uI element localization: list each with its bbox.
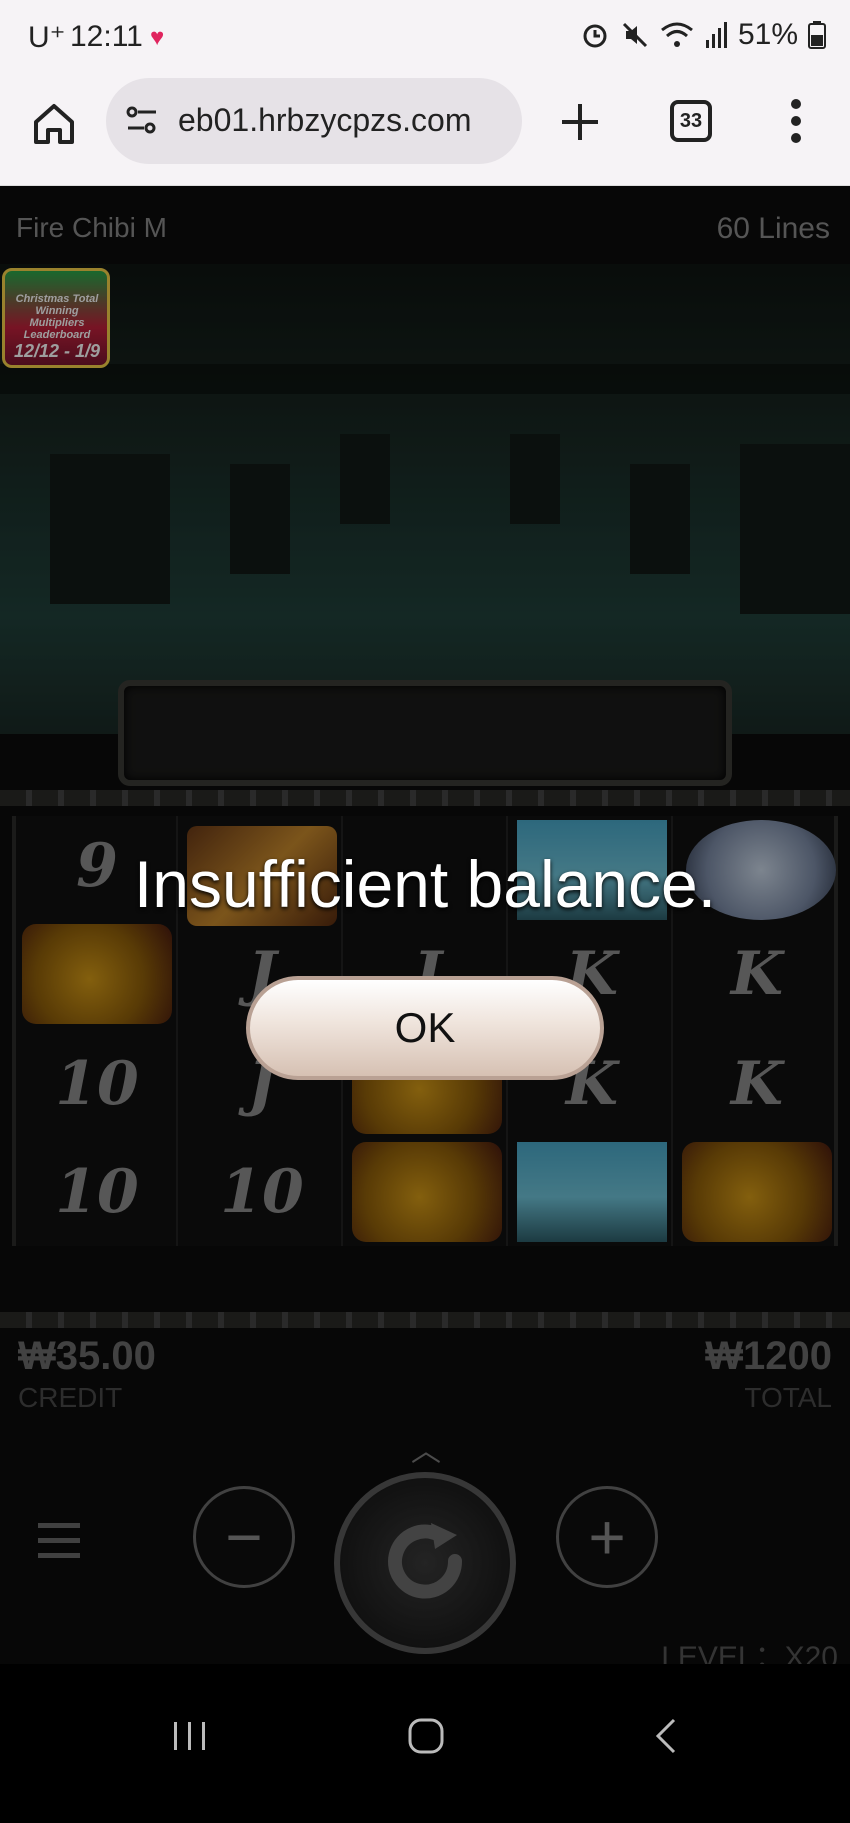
back-button[interactable]	[648, 1716, 688, 1761]
wifi-icon	[660, 20, 694, 50]
alarm-icon	[580, 20, 610, 50]
recents-icon	[174, 1722, 205, 1750]
back-icon	[655, 1718, 676, 1754]
url-text[interactable]: eb01.hrbzycpzs.com	[178, 102, 514, 139]
home-icon	[34, 104, 74, 144]
battery-percent: 51%	[737, 18, 798, 51]
home-circle-icon	[408, 1718, 444, 1754]
carrier-label: U⁺	[28, 21, 66, 54]
heart-icon: ♥	[150, 24, 165, 51]
home-button[interactable]	[30, 100, 78, 148]
home-nav-button[interactable]	[406, 1716, 446, 1761]
ok-button[interactable]: OK	[246, 976, 604, 1080]
insufficient-balance-message: Insufficient balance.	[133, 847, 717, 921]
game-area[interactable]: Fire Chibi M 60 Lines Christmas Total Wi…	[0, 186, 850, 1664]
system-nav-bar	[0, 1664, 850, 1823]
more-vert-icon	[791, 99, 801, 143]
new-tab-button[interactable]	[556, 98, 604, 146]
modal-overlay	[0, 186, 850, 1664]
overflow-menu-button[interactable]	[782, 96, 810, 146]
mute-icon	[620, 20, 650, 50]
site-settings-icon[interactable]	[124, 102, 160, 143]
browser-toolbar: eb01.hrbzycpzs.com 33	[0, 78, 850, 186]
tab-switcher-button[interactable]: 33	[670, 100, 712, 142]
plus-icon	[562, 104, 598, 140]
address-bar[interactable]: eb01.hrbzycpzs.com	[106, 78, 522, 164]
recent-apps-button[interactable]	[170, 1716, 210, 1761]
status-bar: U⁺ 12:11 ♥ 51%	[0, 0, 850, 78]
signal-icon	[704, 20, 728, 50]
battery-icon	[808, 20, 826, 50]
clock: 12:11	[70, 20, 143, 53]
